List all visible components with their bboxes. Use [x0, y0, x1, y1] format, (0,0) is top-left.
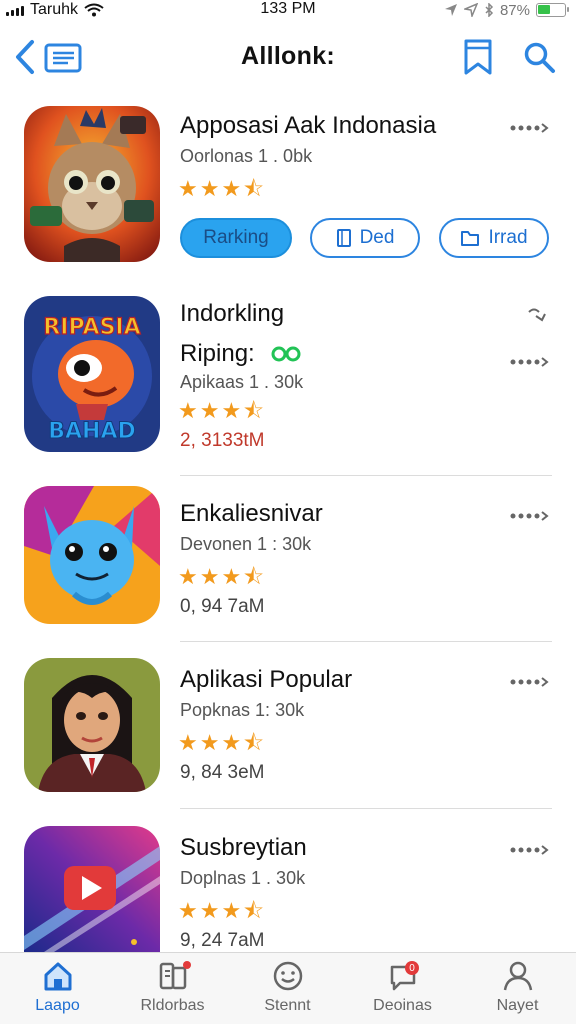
app-status-line: Riping: [180, 340, 301, 369]
sync-icon[interactable] [526, 306, 548, 322]
star-rating: ★★★⯪ [178, 898, 267, 923]
notification-dot [183, 961, 191, 969]
tab-label: Rldorbas [140, 997, 205, 1014]
tab-rldorbas[interactable]: Rldorbas [115, 959, 230, 1023]
ping-indicator-icon [271, 341, 301, 369]
star-rating: ★★★⯪ [178, 398, 267, 423]
creature-artwork-icon [24, 486, 160, 624]
app-subtitle: Devonen 1 : 30k [180, 534, 312, 554]
status-right: 87% [444, 0, 569, 20]
more-icon[interactable] [508, 508, 550, 524]
list-item[interactable]: Apposasi Aak Indonasia Oorlonas 1 . 0bk … [0, 104, 576, 274]
bookmark-icon[interactable] [462, 38, 494, 76]
app-name[interactable]: Aplikasi Popular [180, 666, 352, 694]
list-item[interactable]: Aplikasi Popular Popknas 1: 30k ★★★⯪ 9, … [0, 656, 576, 810]
more-icon[interactable] [508, 842, 550, 858]
star-rating: ★★★⯪ [178, 176, 267, 201]
download-count: 9, 24 7aM [180, 930, 265, 951]
woman-portrait-icon [24, 658, 160, 792]
search-icon[interactable] [522, 40, 556, 74]
bahad-logo-text: BAHAD [48, 419, 136, 444]
tab-label: Laapo [35, 997, 80, 1014]
home-icon [44, 962, 71, 991]
ranking-button-label: Rarking [203, 227, 269, 248]
app-icon-cat[interactable] [24, 106, 160, 262]
ping-label: Riping: [180, 340, 255, 367]
video-play-artwork-icon [24, 826, 160, 952]
download-count: 9, 84 3eM [180, 762, 265, 783]
list-item[interactable]: RIPASIA BAHAD Indorkling Riping: Apikaas… [0, 296, 576, 476]
app-subtitle: Oorlonas 1 . 0bk [180, 146, 313, 166]
ripasia-logo-text: RIPASIA [43, 315, 140, 340]
tab-label: Stennt [264, 997, 311, 1014]
app-icon-portrait[interactable] [24, 658, 160, 792]
more-icon[interactable] [508, 354, 550, 370]
ded-button[interactable]: Ded [310, 218, 420, 258]
star-rating: ★★★⯪ [178, 564, 267, 589]
divider [180, 641, 552, 642]
app-name[interactable]: Apposasi Aak Indonasia [180, 112, 436, 140]
tab-label: Nayet [496, 997, 539, 1014]
notification-badge: 0 [405, 961, 419, 975]
location-icon [463, 3, 478, 17]
document-icon [336, 229, 351, 247]
divider [180, 475, 552, 476]
list-item[interactable]: Susbreytian Doplnas 1 . 30k ★★★⯪ 9, 24 7… [0, 824, 576, 952]
app-icon-creature[interactable] [24, 486, 160, 624]
app-subtitle: Popknas 1: 30k [180, 700, 305, 720]
ded-button-label: Ded [359, 227, 395, 248]
tab-deoinas[interactable]: Deoinas 0 [345, 959, 460, 1023]
download-count: 0, 94 7aM [180, 596, 265, 617]
tab-nayet[interactable]: Nayet [460, 959, 575, 1023]
app-name[interactable]: Susbreytian [180, 834, 307, 862]
person-icon [503, 961, 532, 991]
tab-stennt[interactable]: Stennt [230, 959, 345, 1023]
tab-label: Deoinas [373, 997, 432, 1014]
status-bar: Taruhk 133 PM 87% [0, 0, 576, 22]
download-count: 2, 3133tM [180, 430, 265, 451]
battery-percent: 87% [499, 1, 530, 19]
tab-bar: Laapo Rldorbas Stennt Deoinas 0 Nayet [0, 952, 576, 1024]
ranking-button[interactable]: Rarking [180, 218, 292, 258]
app-name[interactable]: Indorkling [180, 300, 284, 328]
cat-artwork-icon [24, 106, 160, 262]
app-subtitle: Apikaas 1 . 30k [180, 372, 304, 392]
list-item[interactable]: Enkaliesnivar Devonen 1 : 30k ★★★⯪ 0, 94… [0, 486, 576, 642]
divider [180, 808, 552, 809]
app-name[interactable]: Enkaliesnivar [180, 500, 323, 528]
mascot-artwork-icon: RIPASIA BAHAD [24, 296, 160, 452]
bluetooth-icon [485, 3, 494, 17]
irrad-button-label: Irrad [488, 227, 528, 248]
app-subtitle: Doplnas 1 . 30k [180, 868, 306, 888]
star-rating: ★★★⯪ [178, 730, 267, 755]
more-icon[interactable] [508, 120, 550, 136]
folder-icon [461, 231, 480, 246]
smile-icon [273, 961, 302, 991]
app-icon-ripasia[interactable]: RIPASIA BAHAD [24, 296, 160, 452]
irrad-button[interactable]: Irrad [439, 218, 549, 258]
tab-laapo[interactable]: Laapo [0, 959, 115, 1023]
more-icon[interactable] [508, 674, 550, 690]
location-icon [444, 4, 457, 16]
nav-bar: Alllonk: [0, 24, 576, 90]
battery-icon [536, 3, 569, 17]
app-icon-video[interactable] [24, 826, 160, 952]
